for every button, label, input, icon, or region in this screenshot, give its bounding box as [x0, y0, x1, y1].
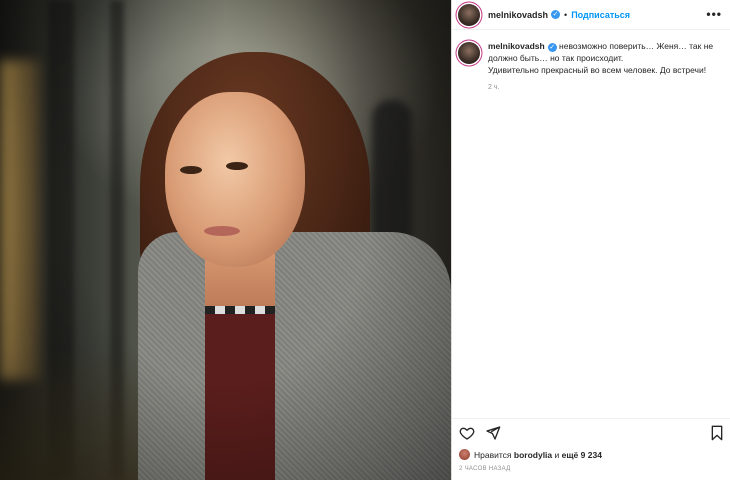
caption-text: melnikovadsh ✓ невозможно поверить… Женя……	[488, 40, 720, 76]
caption-avatar[interactable]	[458, 42, 480, 64]
panel-divider	[451, 0, 452, 480]
verified-badge-icon: ✓	[547, 43, 557, 52]
post-photo[interactable]	[0, 0, 451, 480]
send-icon[interactable]	[485, 425, 501, 441]
likes-count[interactable]: ещё 9 234	[562, 450, 602, 460]
header-username[interactable]: melnikovadsh	[488, 10, 548, 20]
more-options-icon[interactable]: •••	[706, 8, 722, 20]
action-bar	[459, 425, 511, 441]
photo-vignette	[0, 0, 451, 480]
caption: melnikovadsh ✓ невозможно поверить… Женя……	[458, 40, 720, 76]
bookmark-icon[interactable]	[710, 425, 724, 441]
caption-username[interactable]: melnikovadsh	[488, 41, 545, 51]
likes-summary[interactable]: Нравится borodylia и ещё 9 234	[459, 449, 602, 460]
caption-time[interactable]: 2 ч.	[488, 84, 499, 91]
avatar[interactable]	[458, 3, 480, 26]
header-separator: •	[564, 9, 568, 20]
likes-prefix: Нравится	[474, 449, 512, 460]
verified-badge-icon: ✓	[551, 10, 561, 19]
likes-and: и	[554, 449, 560, 460]
caption-line-2: Удивительно прекрасный во всем человек. …	[488, 65, 707, 75]
actions-divider	[452, 418, 730, 419]
heart-icon[interactable]	[459, 425, 475, 441]
post-header: melnikovadsh ✓ • Подписаться	[452, 0, 730, 30]
liker-avatar	[459, 449, 470, 460]
follow-button[interactable]: Подписаться	[571, 10, 630, 20]
post-time[interactable]: 2 ЧАСОВ НАЗАД	[459, 466, 510, 472]
liker-username[interactable]: borodylia	[514, 450, 552, 460]
